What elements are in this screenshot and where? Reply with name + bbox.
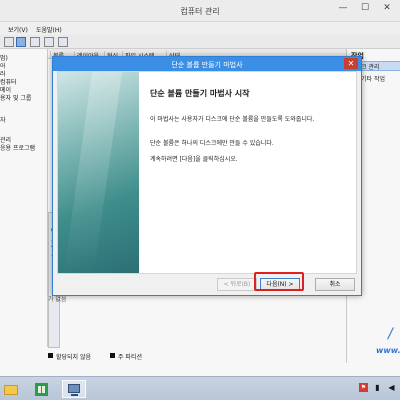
network-icon[interactable]: ▮ [373,383,382,392]
wizard-intro-text: 이 마법사는 사용자가 디스크에 단순 볼륨을 만들도록 도와줍니다. [150,116,315,123]
computer-management-icon[interactable] [62,380,86,398]
cancel-button[interactable]: 취소 [315,278,355,291]
back-button[interactable]: < 뒤로(B) [217,278,257,291]
new-simple-volume-wizard: 단순 볼륨 만들기 마법사 ✕ 단순 볼륨 만들기 마법사 시작 이 마법사는 … [52,56,362,296]
wizard-info-text: 단순 볼륨은 하나의 디스크에만 만들 수 있습니다. [150,140,274,147]
folder-shape [4,385,18,395]
wizard-titlebar: 단순 볼륨 만들기 마법사 ✕ [53,57,361,71]
computer-stand [71,394,78,396]
wizard-title: 단순 볼륨 만들기 마법사 [171,61,243,69]
folder-icon[interactable] [2,380,22,398]
wizard-continue-text: 계속하려면 [다음]을 클릭하십시오. [150,156,238,163]
store-icon[interactable] [32,380,52,398]
volume-icon[interactable]: ◀ [387,383,396,392]
taskbar: ⚑ ▮ ◀ [0,376,400,400]
wizard-body: 단순 볼륨 만들기 마법사 시작 이 마법사는 사용자가 디스크에 단순 볼륨을… [57,71,357,274]
wizard-footer: < 뒤로(B) 다음(N) > 취소 [53,274,361,296]
banner-streak [63,72,123,273]
flag-icon[interactable]: ⚑ [359,383,368,392]
next-button-highlight [254,272,304,291]
store-windows-logo [38,386,45,393]
system-tray: ⚑ ▮ ◀ [359,383,396,392]
computer-monitor [68,384,80,393]
wizard-banner-image [58,72,139,273]
wizard-heading: 단순 볼륨 만들기 마법사 시작 [150,89,250,98]
wizard-close-button[interactable]: ✕ [344,58,358,69]
